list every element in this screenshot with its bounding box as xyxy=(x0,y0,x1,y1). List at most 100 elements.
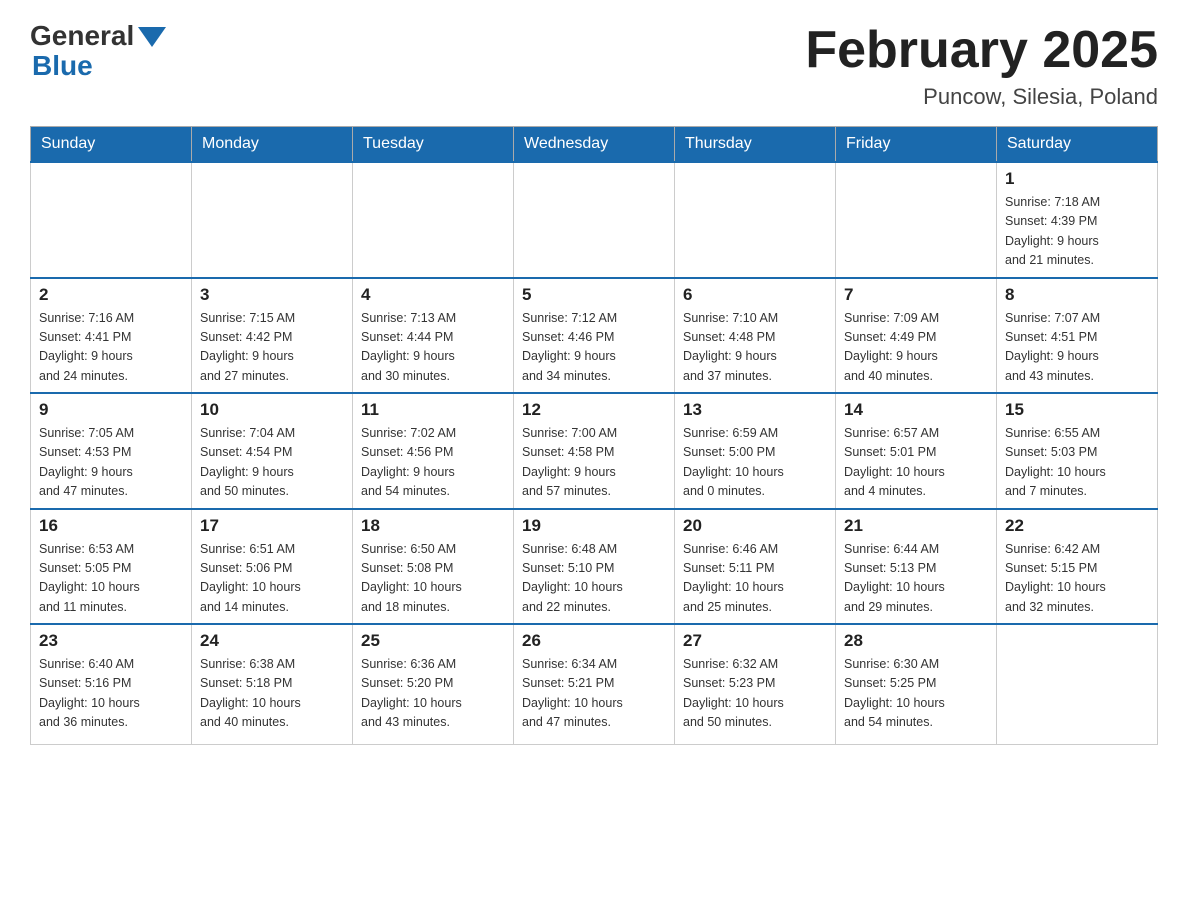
weekday-header-sunday: Sunday xyxy=(31,127,192,163)
calendar-cell: 15 Sunrise: 6:55 AMSunset: 5:03 PMDayligh… xyxy=(997,393,1158,509)
day-number: 14 xyxy=(844,400,988,420)
day-number: 4 xyxy=(361,285,505,305)
day-number: 16 xyxy=(39,516,183,536)
calendar-cell: 24 Sunrise: 6:38 AMSunset: 5:18 PMDayligh… xyxy=(192,624,353,744)
day-number: 27 xyxy=(683,631,827,651)
calendar-week-row: 9Sunrise: 7:05 AMSunset: 4:53 PMDaylight… xyxy=(31,393,1158,509)
day-info: Sunrise: 6:40 AMSunset: 5:16 PMDaylight:… xyxy=(39,655,183,733)
day-number: 8 xyxy=(1005,285,1149,305)
day-info: Sunrise: 6:42 AMSunset: 5:15 PMDaylight:… xyxy=(1005,540,1149,618)
calendar-cell: 27 Sunrise: 6:32 AMSunset: 5:23 PMDayligh… xyxy=(675,624,836,744)
calendar-cell: 4 Sunrise: 7:13 AMSunset: 4:44 PMDaylight… xyxy=(353,278,514,394)
calendar-cell xyxy=(514,162,675,278)
day-info: Sunrise: 6:36 AMSunset: 5:20 PMDaylight:… xyxy=(361,655,505,733)
day-number: 28 xyxy=(844,631,988,651)
weekday-header-wednesday: Wednesday xyxy=(514,127,675,163)
calendar-week-row: 2Sunrise: 7:16 AMSunset: 4:41 PMDaylight… xyxy=(31,278,1158,394)
day-info: Sunrise: 7:15 AMSunset: 4:42 PMDaylight:… xyxy=(200,309,344,387)
calendar-cell: 3Sunrise: 7:15 AMSunset: 4:42 PMDaylight… xyxy=(192,278,353,394)
day-info: Sunrise: 7:00 AMSunset: 4:58 PMDaylight:… xyxy=(522,424,666,502)
logo: General Blue xyxy=(30,20,166,82)
calendar-cell xyxy=(997,624,1158,744)
calendar-cell xyxy=(675,162,836,278)
day-number: 9 xyxy=(39,400,183,420)
day-info: Sunrise: 7:13 AMSunset: 4:44 PMDaylight:… xyxy=(361,309,505,387)
day-number: 5 xyxy=(522,285,666,305)
weekday-header-saturday: Saturday xyxy=(997,127,1158,163)
weekday-header-tuesday: Tuesday xyxy=(353,127,514,163)
day-info: Sunrise: 6:57 AMSunset: 5:01 PMDaylight:… xyxy=(844,424,988,502)
calendar-cell: 14 Sunrise: 6:57 AMSunset: 5:01 PMDayligh… xyxy=(836,393,997,509)
day-number: 13 xyxy=(683,400,827,420)
day-info: Sunrise: 6:53 AMSunset: 5:05 PMDaylight:… xyxy=(39,540,183,618)
day-number: 20 xyxy=(683,516,827,536)
calendar-cell: 20 Sunrise: 6:46 AMSunset: 5:11 PMDayligh… xyxy=(675,509,836,625)
calendar-cell xyxy=(192,162,353,278)
day-info: Sunrise: 7:07 AMSunset: 4:51 PMDaylight:… xyxy=(1005,309,1149,387)
day-number: 26 xyxy=(522,631,666,651)
day-info: Sunrise: 6:38 AMSunset: 5:18 PMDaylight:… xyxy=(200,655,344,733)
calendar-cell: 19 Sunrise: 6:48 AMSunset: 5:10 PMDayligh… xyxy=(514,509,675,625)
calendar-cell: 11 Sunrise: 7:02 AMSunset: 4:56 PMDayligh… xyxy=(353,393,514,509)
day-number: 25 xyxy=(361,631,505,651)
logo-general-text: General xyxy=(30,20,134,52)
day-number: 17 xyxy=(200,516,344,536)
day-info: Sunrise: 6:51 AMSunset: 5:06 PMDaylight:… xyxy=(200,540,344,618)
day-number: 22 xyxy=(1005,516,1149,536)
day-info: Sunrise: 7:18 AMSunset: 4:39 PMDaylight:… xyxy=(1005,193,1149,271)
calendar-cell: 10Sunrise: 7:04 AMSunset: 4:54 PMDayligh… xyxy=(192,393,353,509)
day-number: 1 xyxy=(1005,169,1149,189)
day-number: 24 xyxy=(200,631,344,651)
day-number: 18 xyxy=(361,516,505,536)
weekday-header-friday: Friday xyxy=(836,127,997,163)
day-info: Sunrise: 6:48 AMSunset: 5:10 PMDaylight:… xyxy=(522,540,666,618)
calendar-cell: 18 Sunrise: 6:50 AMSunset: 5:08 PMDayligh… xyxy=(353,509,514,625)
calendar-cell: 28 Sunrise: 6:30 AMSunset: 5:25 PMDayligh… xyxy=(836,624,997,744)
weekday-header-thursday: Thursday xyxy=(675,127,836,163)
calendar-cell: 8 Sunrise: 7:07 AMSunset: 4:51 PMDaylight… xyxy=(997,278,1158,394)
calendar-table: SundayMondayTuesdayWednesdayThursdayFrid… xyxy=(30,126,1158,745)
month-title: February 2025 xyxy=(805,20,1158,80)
calendar-cell: 12 Sunrise: 7:00 AMSunset: 4:58 PMDayligh… xyxy=(514,393,675,509)
calendar-week-row: 16 Sunrise: 6:53 AMSunset: 5:05 PMDayligh… xyxy=(31,509,1158,625)
day-info: Sunrise: 7:02 AMSunset: 4:56 PMDaylight:… xyxy=(361,424,505,502)
day-number: 7 xyxy=(844,285,988,305)
calendar-cell xyxy=(353,162,514,278)
calendar-cell: 17 Sunrise: 6:51 AMSunset: 5:06 PMDayligh… xyxy=(192,509,353,625)
logo-triangle-icon xyxy=(138,27,166,47)
day-info: Sunrise: 6:30 AMSunset: 5:25 PMDaylight:… xyxy=(844,655,988,733)
calendar-cell: 26 Sunrise: 6:34 AMSunset: 5:21 PMDayligh… xyxy=(514,624,675,744)
day-info: Sunrise: 6:50 AMSunset: 5:08 PMDaylight:… xyxy=(361,540,505,618)
calendar-cell: 6 Sunrise: 7:10 AMSunset: 4:48 PMDaylight… xyxy=(675,278,836,394)
calendar-cell: 25 Sunrise: 6:36 AMSunset: 5:20 PMDayligh… xyxy=(353,624,514,744)
day-number: 2 xyxy=(39,285,183,305)
day-info: Sunrise: 6:55 AMSunset: 5:03 PMDaylight:… xyxy=(1005,424,1149,502)
day-number: 21 xyxy=(844,516,988,536)
day-number: 11 xyxy=(361,400,505,420)
calendar-week-row: 1 Sunrise: 7:18 AMSunset: 4:39 PMDaylight… xyxy=(31,162,1158,278)
day-number: 23 xyxy=(39,631,183,651)
day-number: 15 xyxy=(1005,400,1149,420)
logo-blue-text: Blue xyxy=(32,50,93,82)
day-info: Sunrise: 6:46 AMSunset: 5:11 PMDaylight:… xyxy=(683,540,827,618)
calendar-cell: 5 Sunrise: 7:12 AMSunset: 4:46 PMDaylight… xyxy=(514,278,675,394)
day-number: 19 xyxy=(522,516,666,536)
day-info: Sunrise: 7:09 AMSunset: 4:49 PMDaylight:… xyxy=(844,309,988,387)
title-section: February 2025 Puncow, Silesia, Poland xyxy=(805,20,1158,110)
day-info: Sunrise: 6:59 AMSunset: 5:00 PMDaylight:… xyxy=(683,424,827,502)
calendar-cell xyxy=(836,162,997,278)
day-info: Sunrise: 6:34 AMSunset: 5:21 PMDaylight:… xyxy=(522,655,666,733)
page-header: General Blue February 2025 Puncow, Siles… xyxy=(30,20,1158,110)
calendar-cell: 2Sunrise: 7:16 AMSunset: 4:41 PMDaylight… xyxy=(31,278,192,394)
day-info: Sunrise: 6:32 AMSunset: 5:23 PMDaylight:… xyxy=(683,655,827,733)
day-number: 6 xyxy=(683,285,827,305)
day-info: Sunrise: 7:04 AMSunset: 4:54 PMDaylight:… xyxy=(200,424,344,502)
day-info: Sunrise: 7:12 AMSunset: 4:46 PMDaylight:… xyxy=(522,309,666,387)
weekday-header-row: SundayMondayTuesdayWednesdayThursdayFrid… xyxy=(31,127,1158,163)
calendar-cell: 13 Sunrise: 6:59 AMSunset: 5:00 PMDayligh… xyxy=(675,393,836,509)
day-info: Sunrise: 7:10 AMSunset: 4:48 PMDaylight:… xyxy=(683,309,827,387)
day-number: 12 xyxy=(522,400,666,420)
calendar-cell: 22 Sunrise: 6:42 AMSunset: 5:15 PMDayligh… xyxy=(997,509,1158,625)
calendar-cell xyxy=(31,162,192,278)
calendar-week-row: 23 Sunrise: 6:40 AMSunset: 5:16 PMDayligh… xyxy=(31,624,1158,744)
